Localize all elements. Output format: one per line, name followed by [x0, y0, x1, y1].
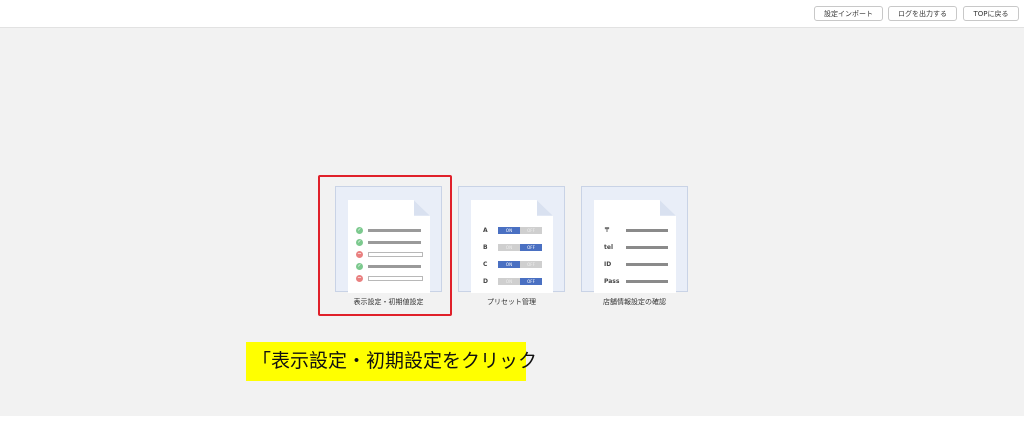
instruction-callout: 「表示設定・初期設定をクリック: [246, 342, 537, 381]
toggle-off: OFF: [520, 244, 542, 251]
export-log-button[interactable]: ログを出力する: [888, 6, 957, 21]
toggle-on: ON: [498, 227, 520, 234]
toggle-on: ON: [498, 278, 520, 285]
back-to-top-button[interactable]: TOPに戻る: [963, 6, 1019, 21]
info-row: ID: [604, 261, 670, 268]
toggle-on: ON: [498, 244, 520, 251]
preset-letter: D: [483, 278, 488, 285]
preset-letter: B: [483, 244, 488, 251]
info-row: tel: [604, 244, 670, 251]
import-settings-button[interactable]: 設定インポート: [814, 6, 883, 21]
preset-row: C ON OFF: [483, 261, 543, 268]
preset-management-card[interactable]: A ON OFF B ON OFF C ON OFF D ON OFF: [458, 186, 565, 293]
toggle-switch: ON OFF: [498, 244, 542, 251]
tel-label: tel: [604, 244, 613, 251]
preset-management-label[interactable]: プリセット管理: [458, 297, 565, 307]
store-info-label[interactable]: 店舗情報設定の確認: [581, 297, 688, 307]
top-toolbar: 設定インポート ログを出力する TOPに戻る: [0, 0, 1024, 28]
toggle-switch: ON OFF: [498, 261, 542, 268]
toggle-switch: ON OFF: [498, 227, 542, 234]
pass-label: Pass: [604, 278, 620, 285]
toggle-off: OFF: [520, 278, 542, 285]
bottom-strip: [0, 416, 1024, 421]
info-bar: [626, 229, 668, 232]
toggle-off: OFF: [520, 227, 542, 234]
preset-row: B ON OFF: [483, 244, 543, 251]
info-row: Pass: [604, 278, 670, 285]
id-label: ID: [604, 261, 612, 268]
info-row: 〒: [604, 227, 670, 234]
preset-row: D ON OFF: [483, 278, 543, 285]
highlight-box: [318, 175, 452, 316]
toggle-on: ON: [498, 261, 520, 268]
info-bar: [626, 280, 668, 283]
toggle-switch: ON OFF: [498, 278, 542, 285]
preset-letter: A: [483, 227, 488, 234]
postal-mark: 〒: [604, 227, 611, 234]
preset-letter: C: [483, 261, 488, 268]
info-bar: [626, 246, 668, 249]
info-bar: [626, 263, 668, 266]
preset-row: A ON OFF: [483, 227, 543, 234]
toggle-off: OFF: [520, 261, 542, 268]
store-info-card[interactable]: 〒 tel ID Pass: [581, 186, 688, 293]
